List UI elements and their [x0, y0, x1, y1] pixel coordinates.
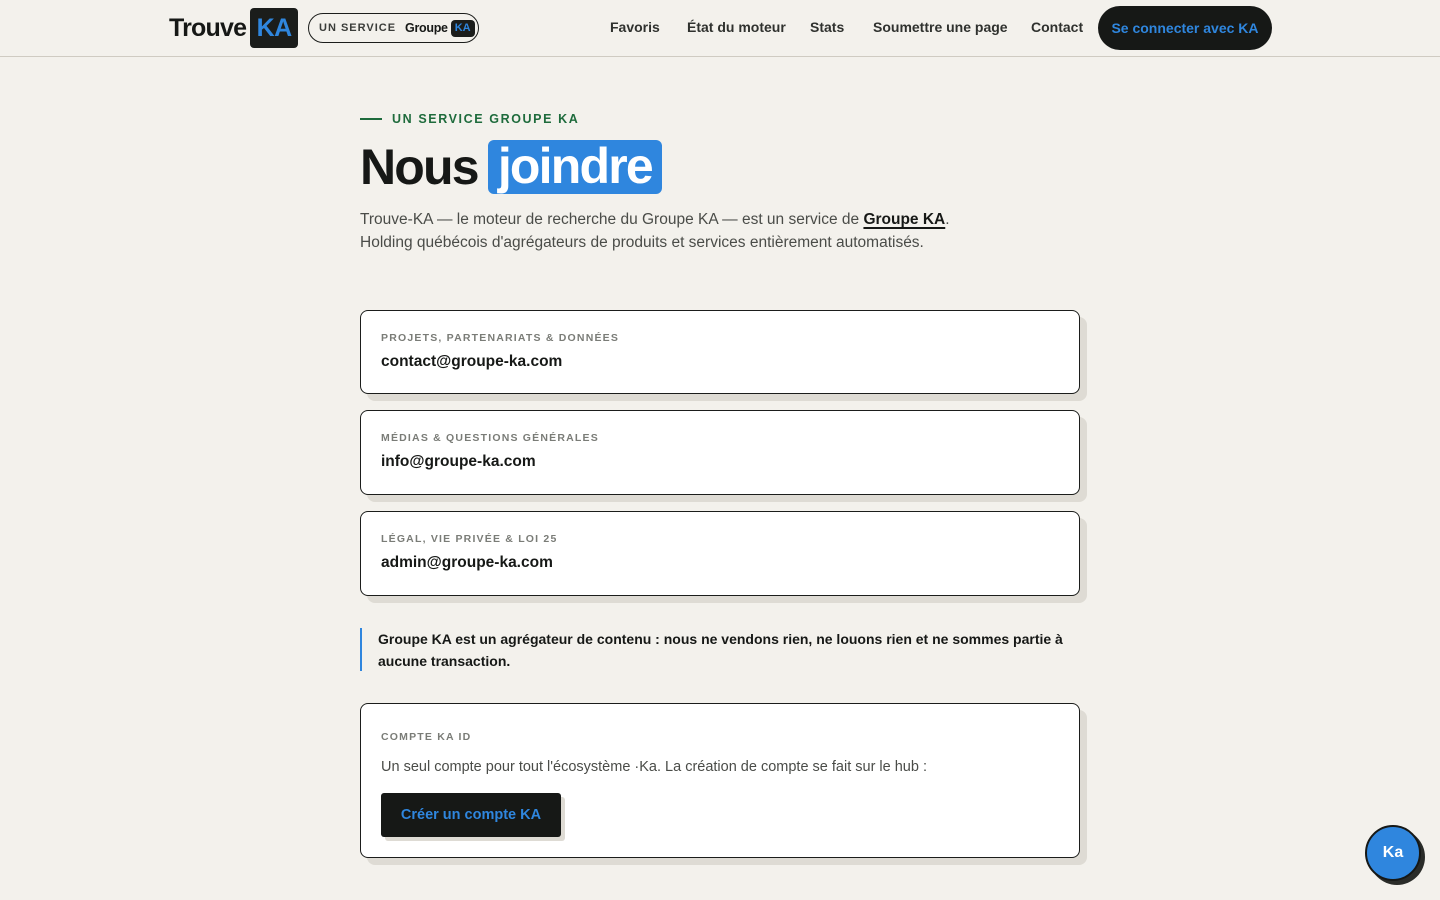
aggregator-disclaimer: Groupe KA est un agrégateur de contenu :…: [360, 628, 1080, 671]
badge-ka-mark: KA: [450, 19, 475, 37]
nav-favoris[interactable]: Favoris: [610, 19, 660, 35]
badge-groupe-label: Groupe: [405, 21, 448, 35]
badge-service-label: UN SERVICE: [319, 22, 397, 34]
title-highlight: joindre: [487, 140, 662, 194]
groupe-ka-service-badge[interactable]: UN SERVICE Groupe KA: [308, 13, 479, 43]
top-navigation-bar: Trouve KA UN SERVICE Groupe KA Favoris É…: [0, 0, 1440, 57]
trouve-ka-logo[interactable]: Trouve KA: [169, 8, 299, 48]
intro-text-before: Trouve-KA — le moteur de recherche du Gr…: [360, 211, 864, 228]
contact-card-legal: LÉGAL, VIE PRIVÉE & LOI 25 admin@groupe-…: [360, 511, 1080, 596]
ka-assistant-button[interactable]: Ka: [1365, 825, 1421, 881]
contact-email-link[interactable]: contact@groupe-ka.com: [381, 353, 562, 371]
intro-paragraph: Trouve-KA — le moteur de recherche du Gr…: [360, 208, 950, 254]
nav-contact[interactable]: Contact: [1031, 19, 1083, 35]
eyebrow-text: UN SERVICE GROUPE KA: [392, 112, 580, 126]
nav-stats[interactable]: Stats: [810, 19, 844, 35]
contact-card-projets: PROJETS, PARTENARIATS & DONNÉES contact@…: [360, 310, 1080, 394]
groupe-ka-link[interactable]: Groupe KA: [863, 211, 945, 228]
contact-card-label: MÉDIAS & QUESTIONS GÉNÉRALES: [381, 432, 599, 444]
page-title: Nous joindre: [360, 138, 662, 196]
title-plain: Nous: [360, 139, 480, 195]
contact-card-label: PROJETS, PARTENARIATS & DONNÉES: [381, 332, 620, 344]
logo-word: Trouve: [169, 13, 247, 42]
ka-id-account-card: COMPTE KA ID Un seul compte pour tout l'…: [360, 703, 1080, 858]
account-card-label: COMPTE KA ID: [381, 731, 472, 743]
info-email-link[interactable]: info@groupe-ka.com: [381, 453, 536, 471]
logo-ka-box: KA: [250, 8, 299, 48]
account-description: Un seul compte pour tout l'écosystème ·K…: [381, 759, 927, 775]
eyebrow: UN SERVICE GROUPE KA: [360, 112, 579, 126]
contact-card-label: LÉGAL, VIE PRIVÉE & LOI 25: [381, 533, 558, 545]
contact-card-medias: MÉDIAS & QUESTIONS GÉNÉRALES info@groupe…: [360, 410, 1080, 495]
nav-etat-du-moteur[interactable]: État du moteur: [687, 19, 786, 35]
nav-soumettre-une-page[interactable]: Soumettre une page: [873, 19, 1008, 35]
admin-email-link[interactable]: admin@groupe-ka.com: [381, 554, 553, 572]
login-with-ka-button[interactable]: Se connecter avec KA: [1098, 6, 1272, 50]
create-ka-account-button[interactable]: Créer un compte KA: [381, 793, 561, 837]
eyebrow-divider: [360, 118, 382, 120]
